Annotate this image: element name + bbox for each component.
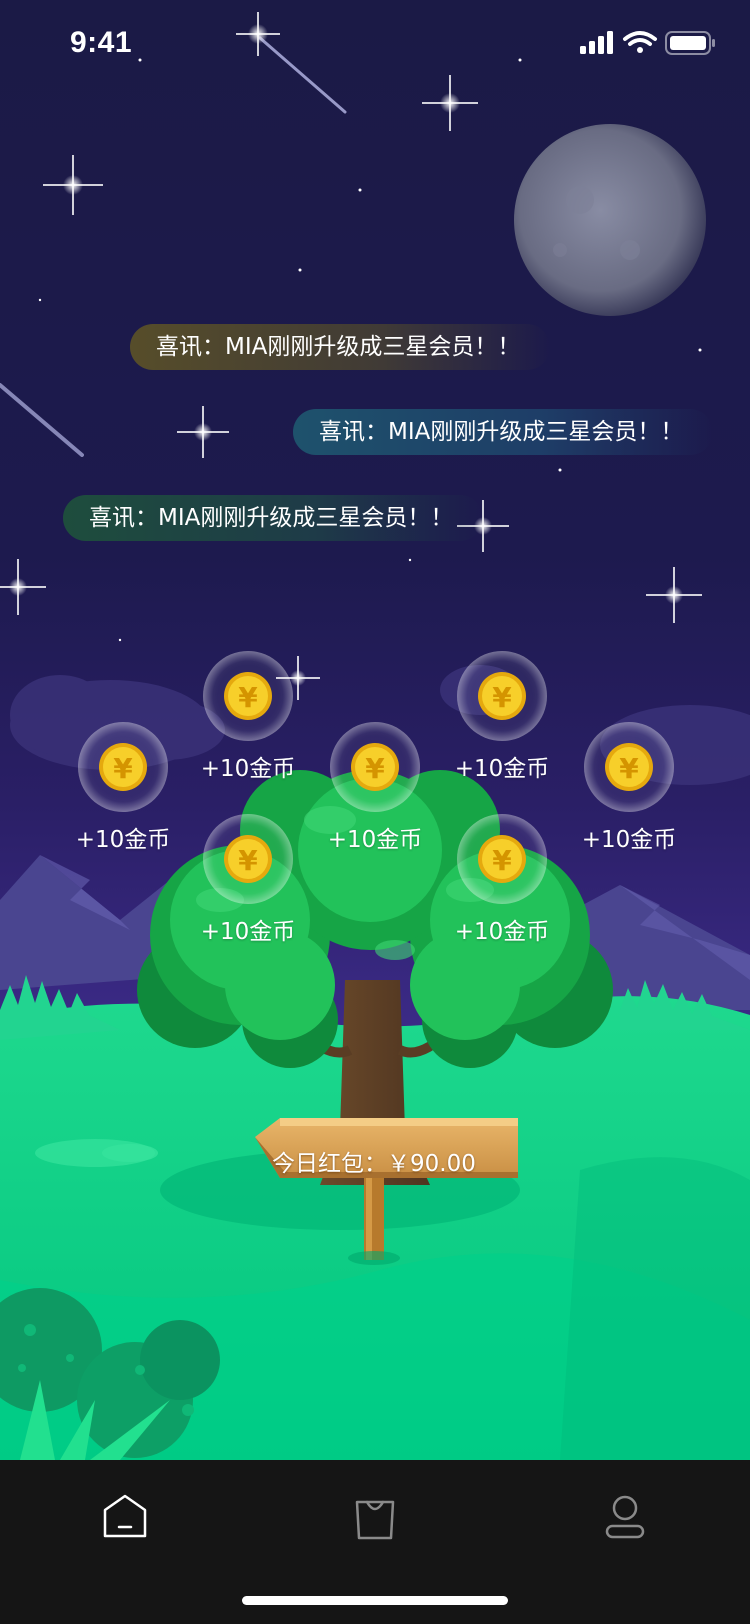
coin-icon: ¥ <box>584 722 674 812</box>
shopping-bag-icon <box>355 1500 395 1540</box>
tab-shop[interactable] <box>345 1486 405 1546</box>
coin-reward-label: +10金币 <box>454 919 550 945</box>
coin-icon: ¥ <box>330 722 420 812</box>
svg-text:¥: ¥ <box>113 752 133 785</box>
coin-bubble-button[interactable]: ¥ +10金币 <box>188 814 308 954</box>
coin-icon: ¥ <box>457 651 547 741</box>
battery-icon <box>665 31 715 55</box>
svg-text:¥: ¥ <box>238 681 258 714</box>
coin-bubble-button[interactable]: ¥ +10金币 <box>188 651 308 791</box>
coin-reward-label: +10金币 <box>200 919 296 945</box>
svg-text:¥: ¥ <box>492 844 512 877</box>
daily-red-packet-sign[interactable]: 今日红包：￥90.00 <box>272 1144 522 1178</box>
status-time: 9:41 <box>70 26 133 59</box>
coin-icon: ¥ <box>203 814 293 904</box>
coin-bubble-button[interactable]: ¥ +10金币 <box>442 651 562 791</box>
wifi-icon <box>623 31 657 53</box>
coin-reward-label: +10金币 <box>327 827 423 853</box>
svg-text:¥: ¥ <box>492 681 512 714</box>
shooting-star <box>0 383 84 457</box>
moon <box>514 124 706 316</box>
coin-reward-label: +10金币 <box>581 827 677 853</box>
coin-reward-label: +10金币 <box>454 756 550 782</box>
coin-icon: ¥ <box>203 651 293 741</box>
tab-home[interactable] <box>95 1486 155 1546</box>
svg-text:¥: ¥ <box>365 752 385 785</box>
coin-icon: ¥ <box>457 814 547 904</box>
notification-banner: 喜讯：MIA刚刚升级成三星会员！！ <box>130 324 550 370</box>
coin-icon: ¥ <box>78 722 168 812</box>
home-icon <box>103 1494 147 1538</box>
coin-bubble-button[interactable]: ¥ +10金币 <box>442 814 562 954</box>
coin-reward-label: +10金币 <box>200 756 296 782</box>
tab-bar <box>0 1460 750 1624</box>
svg-text:¥: ¥ <box>238 844 258 877</box>
app-screen: 9:41 喜讯：MIA刚刚升级成三星会员！！ 喜讯：MIA刚刚升级成三星会员！！… <box>0 0 750 1624</box>
notification-banner: 喜讯：MIA刚刚升级成三星会员！！ <box>293 409 713 455</box>
coin-bubble-button[interactable]: ¥ +10金币 <box>63 722 183 862</box>
status-icons <box>580 31 715 55</box>
tab-profile[interactable] <box>595 1486 655 1546</box>
svg-text:¥: ¥ <box>619 752 639 785</box>
coin-bubble-button[interactable]: ¥ +10金币 <box>569 722 689 862</box>
coin-bubble-button[interactable]: ¥ +10金币 <box>315 722 435 862</box>
status-bar: 9:41 <box>0 0 750 88</box>
coin-reward-label: +10金币 <box>75 827 171 853</box>
home-indicator[interactable] <box>242 1596 508 1605</box>
cellular-signal-icon <box>580 31 613 54</box>
notification-banner: 喜讯：MIA刚刚升级成三星会员！！ <box>63 495 483 541</box>
user-icon <box>605 1495 645 1539</box>
